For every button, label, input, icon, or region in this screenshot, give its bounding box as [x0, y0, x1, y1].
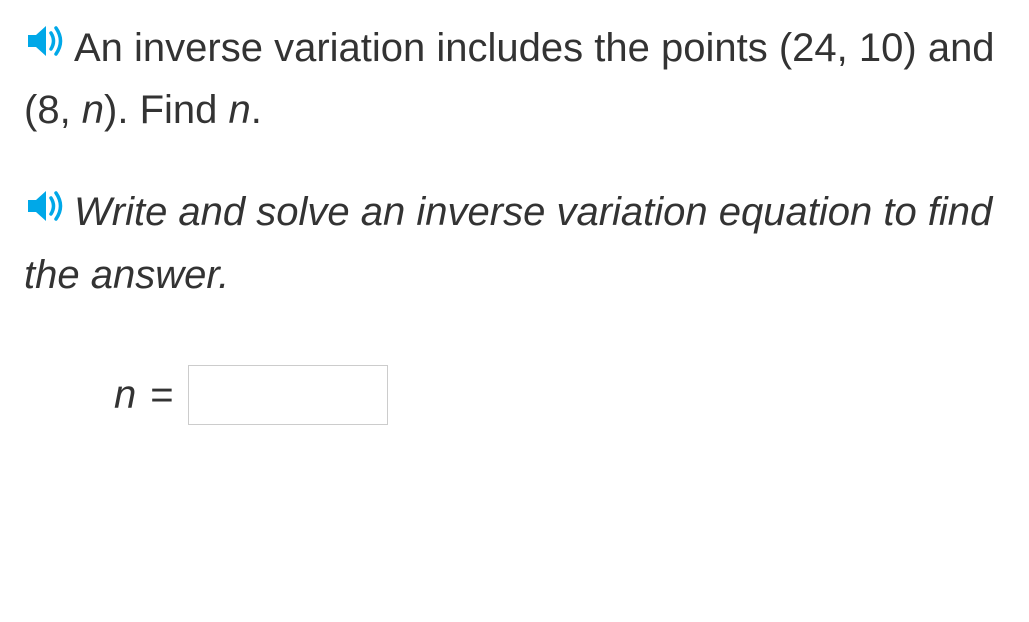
problem-text-3: ). Find — [104, 88, 228, 132]
answer-input[interactable] — [188, 365, 388, 425]
answer-variable: n — [114, 365, 136, 425]
speaker-icon[interactable] — [24, 181, 64, 241]
speaker-icon[interactable] — [24, 16, 64, 76]
problem-text-4: . — [251, 88, 262, 132]
answer-equals: = — [150, 365, 173, 425]
problem-statement: An inverse variation includes the points… — [24, 18, 1005, 140]
problem-text-1: An — [74, 26, 134, 70]
problem-variable-2: n — [229, 88, 251, 132]
instruction-text: Write and solve an inverse variation equ… — [24, 190, 992, 296]
answer-row: n = — [24, 365, 1005, 425]
problem-variable-1: n — [82, 88, 104, 132]
instruction-statement: Write and solve an inverse variation equ… — [24, 182, 1005, 304]
